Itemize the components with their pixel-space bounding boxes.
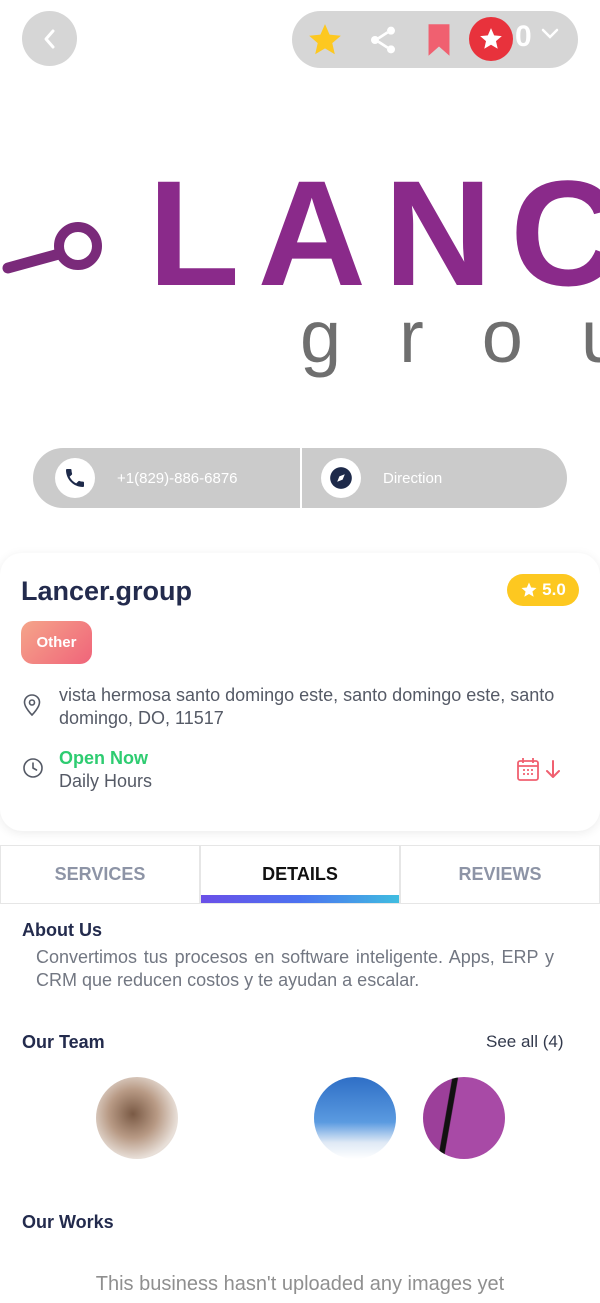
business-name: Lancer.group [21,576,193,606]
phone-icon-circle [55,458,95,498]
business-address: vista hermosa santo domingo este, santo … [59,685,555,728]
phone-icon [66,469,84,487]
bookmark-button[interactable] [420,21,458,59]
detail-tabs: SERVICES DETAILS REVIEWS [0,845,600,904]
phone-number: +1(829)-886-6876 [117,469,238,487]
about-title: About Us [22,920,102,940]
favorite-button[interactable] [306,21,344,59]
direction-button[interactable]: Direction [321,448,442,508]
open-status: Open Now [59,748,148,768]
active-tab-indicator [201,895,399,903]
bookmark-icon [428,24,450,56]
tab-services[interactable]: SERVICES [0,845,200,904]
rate-star-icon [480,28,502,49]
compass-icon [330,467,352,489]
chevron-down-icon[interactable] [540,27,560,41]
tab-details-label: DETAILS [262,864,338,884]
about-text: Convertimos tus procesos en software int… [36,947,554,990]
logo-wordmark: LANCE [148,150,600,317]
compass-icon-circle [321,458,361,498]
team-member-avatar[interactable] [423,1077,505,1159]
tab-reviews-label: REVIEWS [458,864,542,884]
tab-services-label: SERVICES [54,864,146,884]
works-empty-message: This business hasn't uploaded any images… [95,1273,505,1295]
tab-reviews[interactable]: REVIEWS [400,845,600,904]
works-title: Our Works [22,1212,114,1232]
call-button[interactable]: +1(829)-886-6876 [55,448,238,508]
back-button[interactable] [22,11,77,66]
rating-value: 5.0 [542,580,566,599]
chevron-left-icon [44,29,54,48]
hours-label[interactable]: Daily Hours [59,771,152,792]
logo-key-icon [2,222,102,274]
team-member-avatar[interactable] [314,1077,396,1159]
action-count: 0 [515,20,532,53]
category-badge[interactable]: Other [21,621,92,664]
clock-icon [23,758,43,778]
share-icon [371,26,395,54]
contact-bar: +1(829)-886-6876 Direction [33,448,567,508]
team-title: Our Team [22,1032,105,1052]
see-all-team-link[interactable]: See all (4) [486,1032,563,1052]
action-bar [292,11,578,68]
business-info-card: Lancer.group 5.0 Other vista hermosa san… [0,553,600,831]
share-button[interactable] [364,21,402,59]
calendar-download-icon[interactable] [516,757,564,783]
rating-badge[interactable]: 5.0 [507,574,579,606]
rate-button[interactable] [469,17,513,61]
rating-star-icon [521,582,537,597]
star-icon [309,24,341,55]
tab-details[interactable]: DETAILS [200,845,400,904]
team-member-avatar[interactable] [96,1077,178,1159]
logo-subtext: group [300,295,600,378]
location-pin-icon [23,694,41,716]
contact-divider [300,448,302,508]
business-cover-logo: LANCE group [0,150,600,390]
direction-label: Direction [383,469,443,487]
